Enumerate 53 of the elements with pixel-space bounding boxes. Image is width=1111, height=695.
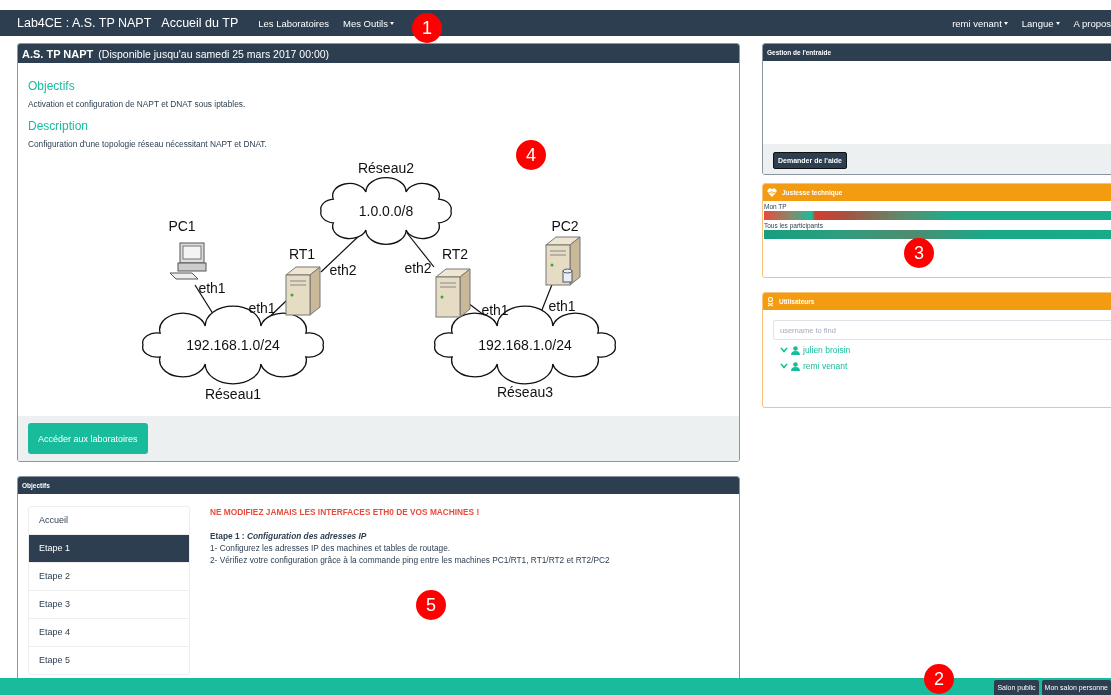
server-icon: [435, 268, 471, 318]
availability-text: (Disponible jusqu'au samedi 25 mars 2017 00:00): [98, 47, 330, 60]
nav-link[interactable]: A propos: [1073, 17, 1111, 29]
user-group-icon: [767, 296, 774, 307]
instruction-text: 1- Configurez les adresses IP des machines et tables de routage.: [210, 543, 452, 553]
interface-label: eth2: [404, 260, 432, 276]
callout-marker: 2: [924, 664, 954, 694]
brand-title[interactable]: Lab4CE : A.S. TP NAPT: [17, 16, 152, 30]
server-disk-icon: [545, 236, 581, 286]
instruction-text: 2- Vérifiez votre configuration grâce à la commande ping entre les machines PC1/RT1, RT1/RT2 et RT2/PC2: [210, 555, 610, 565]
chevron-down-icon[interactable]: [780, 347, 788, 353]
network-name: Réseau2: [358, 160, 414, 176]
step-item[interactable]: Etape 3: [29, 591, 189, 619]
caret-icon: [1055, 21, 1060, 25]
heart-pulse-icon: [767, 188, 777, 197]
network-address: 192.168.1.0/24: [186, 337, 280, 353]
caret-icon: [1003, 21, 1008, 25]
step-item[interactable]: Etape 5: [29, 647, 189, 674]
host-name: RT2: [441, 246, 469, 262]
chevron-down-icon[interactable]: [780, 363, 788, 369]
computer-icon: [169, 242, 207, 280]
page-title[interactable]: Accueil du TP: [161, 16, 239, 30]
user-icon: [791, 345, 800, 355]
interface-label: eth2: [329, 262, 357, 278]
step-item[interactable]: Etape 1: [29, 535, 189, 563]
user-icon: [791, 361, 800, 371]
server-icon: [285, 266, 321, 316]
interface-label: eth1: [198, 280, 226, 296]
network-address: 192.168.1.0/24: [478, 337, 572, 353]
interface-label: eth1: [248, 300, 276, 316]
interface-label: eth1: [548, 298, 576, 314]
caret-icon: [389, 21, 394, 25]
network-address: 1.0.0.0/8: [358, 203, 414, 219]
section-heading: Description: [28, 119, 90, 133]
step-title: Etape 1 : Configuration des adresses IP: [210, 531, 368, 541]
network-name: Réseau3: [497, 384, 553, 400]
panel-title: A.S. TP NAPT: [22, 47, 94, 60]
nav-link[interactable]: remi venant: [952, 17, 1008, 29]
host-name: RT1: [288, 246, 316, 262]
host-name: PC1: [168, 218, 196, 234]
nav-link[interactable]: Langue: [1021, 17, 1060, 29]
step-item[interactable]: Etape 2: [29, 563, 189, 591]
section-heading: Objectifs: [28, 79, 76, 93]
callout-marker: 1: [412, 13, 442, 43]
host-name: PC2: [551, 218, 579, 234]
interface-label: eth1: [481, 302, 509, 318]
section-text: Configuration d'une topologie réseau nécessitant NAPT et DNAT.: [28, 139, 268, 149]
network-name: Réseau1: [205, 386, 261, 402]
nav-link[interactable]: Les Laboratoires: [258, 17, 329, 29]
nav-link[interactable]: Mes Outils: [343, 17, 394, 29]
section-text: Activation et configuration de NAPT et DNAT sous iptables.: [28, 99, 247, 109]
warning-text: NE MODIFIEZ JAMAIS LES INTERFACES ETH0 DE VOS MACHINES !: [210, 507, 481, 517]
step-item[interactable]: Etape 4: [29, 619, 189, 647]
